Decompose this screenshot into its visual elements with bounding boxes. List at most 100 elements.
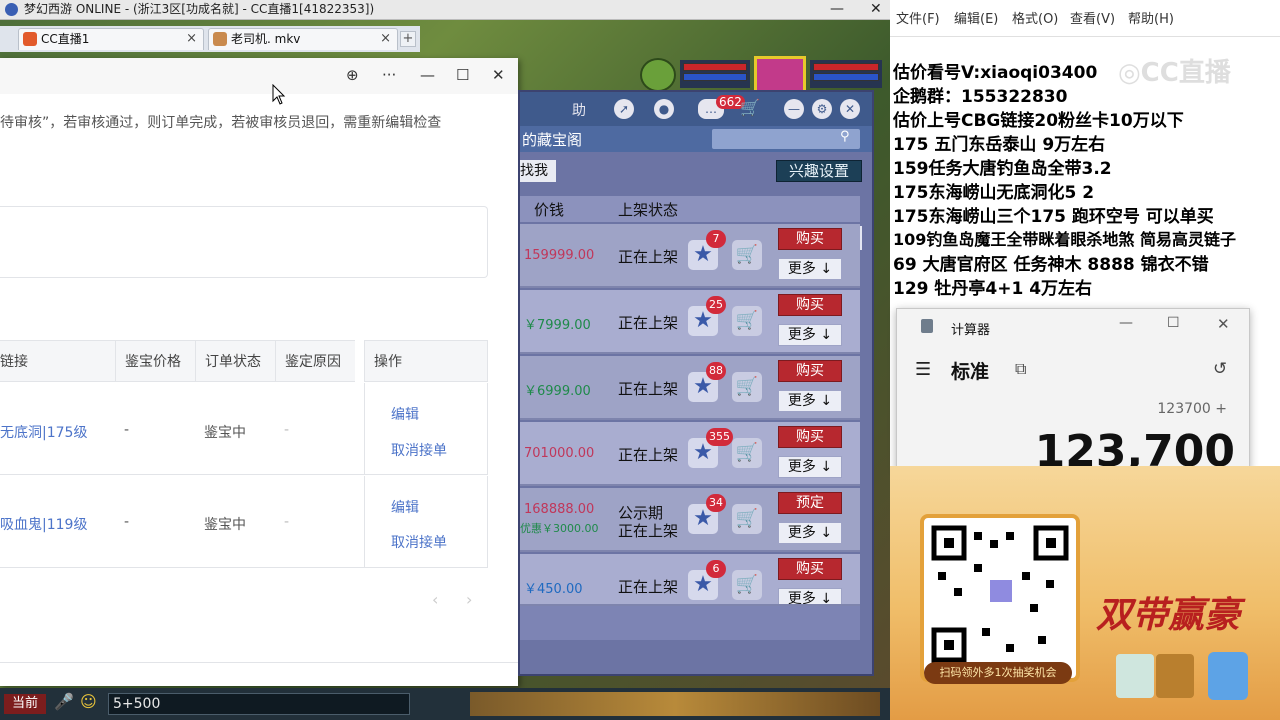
emoji-icon[interactable]: ☺ [80, 692, 97, 711]
player-status-bars [810, 60, 882, 88]
tab-treasure-pavilion[interactable]: 的藏宝阁 [522, 129, 582, 150]
remark-box[interactable] [0, 206, 488, 278]
share-icon[interactable]: ➚ [614, 99, 634, 119]
game-shortcut-bar[interactable] [470, 692, 880, 716]
treasure-shop-panel: 助 ➚ ● … 662 🛒 — ⚙ ✕ 的藏宝阁 ⚲ 找我 兴趣设置 价钱 上架… [518, 90, 874, 676]
list-item[interactable]: ￥7999.00 正在上架 ★ 25 🛒 购买 更多 ↓ [520, 290, 860, 354]
menu-help[interactable]: 帮助(H) [1128, 8, 1174, 27]
minimize-icon[interactable]: — [420, 66, 435, 84]
channel-label[interactable]: 当前 [4, 694, 46, 714]
add-cart-icon[interactable]: 🛒 [732, 306, 762, 336]
item-price: ￥6999.00 [524, 384, 591, 399]
favorite-count-badge: 25 [706, 296, 726, 314]
search-icon[interactable]: ⚲ [840, 129, 850, 144]
keep-on-top-icon[interactable]: ⧉ [1015, 359, 1026, 379]
cancel-order-link[interactable]: 取消接单 [391, 532, 447, 552]
col-header-price: 鉴宝价格 [115, 340, 195, 382]
add-cart-icon[interactable]: 🛒 [732, 504, 762, 534]
list-item[interactable]: ￥450.00 正在上架 ★ 6 🛒 购买 更多 ↓ [520, 554, 860, 606]
order-link[interactable]: 无底洞|175级 [0, 422, 87, 442]
edit-link[interactable]: 编辑 [391, 404, 419, 424]
close-icon[interactable]: ✕ [1217, 315, 1230, 333]
list-item[interactable]: 168888.00 优惠￥3000.00 公示期 正在上架 ★ 34 🛒 预定 … [520, 488, 860, 552]
tab-label: CC直播1 [41, 32, 90, 46]
cart-icon[interactable]: 🛒 [740, 98, 760, 117]
more-options-icon[interactable]: ··· [382, 66, 396, 84]
edit-link[interactable]: 编辑 [391, 497, 419, 517]
menu-file[interactable]: 文件(F) [896, 8, 940, 27]
menu-format[interactable]: 格式(O) [1012, 8, 1058, 27]
note-line: 175东海崂山三个175 跑环空号 可以单买 [893, 207, 1214, 227]
shop-search-input[interactable]: ⚲ [712, 129, 860, 149]
list-item[interactable]: 701000.00 正在上架 ★ 355 🛒 购买 更多 ↓ [520, 422, 860, 486]
web-order-panel: ⊕ ··· — ☐ ✕ 待审核”，若审核通过，则订单完成，若被审核员退回，需重新… [0, 58, 518, 686]
action-cell [364, 476, 488, 568]
list-item[interactable]: ￥6999.00 正在上架 ★ 88 🛒 购买 更多 ↓ [520, 356, 860, 420]
mouse-cursor-icon [272, 84, 286, 105]
interest-settings-button[interactable]: 兴趣设置 [776, 160, 862, 182]
note-line: 69 大唐官府区 任务神木 8888 锦衣不错 [893, 255, 1209, 275]
close-icon[interactable]: ✕ [840, 99, 860, 119]
new-tab-button[interactable]: + [400, 31, 416, 47]
history-icon[interactable]: ↺ [1213, 359, 1227, 379]
help-label[interactable]: 助 [572, 100, 586, 120]
add-cart-icon[interactable]: 🛒 [732, 372, 762, 402]
tab-cc-live[interactable]: CC直播1 × [18, 28, 204, 50]
add-cart-icon[interactable]: 🛒 [732, 570, 762, 600]
pet-avatar[interactable] [640, 58, 676, 92]
reserve-button[interactable]: 预定 [778, 492, 842, 514]
item-price: 168888.00 [524, 502, 595, 517]
tab-bar: CC直播1 × 老司机. mkv × + [0, 26, 420, 52]
col-listing-status: 上架状态 [618, 201, 679, 219]
more-button[interactable]: 更多 ↓ [778, 390, 842, 412]
minimize-icon[interactable]: — [1119, 315, 1133, 331]
buy-button[interactable]: 购买 [778, 426, 842, 448]
settings-icon[interactable]: ⚙ [812, 99, 832, 119]
col-header-status: 订单状态 [195, 340, 275, 382]
note-line: 109钓鱼岛魔王全带眯着眼杀地煞 简易高灵链子 [893, 230, 1236, 249]
calculator-title: 计算器 [951, 323, 991, 338]
more-button[interactable]: 更多 ↓ [778, 258, 842, 280]
cancel-order-link[interactable]: 取消接单 [391, 440, 447, 460]
add-cart-icon[interactable]: 🛒 [732, 438, 762, 468]
filter-tab[interactable]: 找我 [520, 160, 556, 182]
favorite-count-badge: 88 [706, 362, 726, 380]
tab-close-icon[interactable]: × [380, 29, 391, 49]
item-status: 正在上架 [618, 380, 679, 398]
next-page-icon[interactable]: › [466, 590, 472, 609]
tab-close-icon[interactable]: × [186, 29, 197, 49]
add-cart-icon[interactable]: 🛒 [732, 240, 762, 270]
minimize-icon[interactable]: — [784, 99, 804, 119]
buy-button[interactable]: 购买 [778, 558, 842, 580]
more-button[interactable]: 更多 ↓ [778, 324, 842, 346]
promo-banner: 扫码领外多1次抽奖机会 双带赢豪 [890, 466, 1280, 720]
col-header-link: 链接 [0, 340, 115, 382]
more-button[interactable]: 更多 ↓ [778, 456, 842, 478]
reward-item [1116, 654, 1154, 698]
chat-input[interactable]: 5+500 [108, 693, 410, 715]
record-icon[interactable]: ● [654, 99, 674, 119]
maximize-icon[interactable]: ☐ [1167, 315, 1180, 331]
item-status: 正在上架 [618, 248, 679, 266]
tab-video[interactable]: 老司机. mkv × [208, 28, 398, 50]
list-item[interactable]: 159999.00 正在上架 ★ 7 🛒 购买 更多 ↓ [520, 224, 860, 288]
game-logo-icon [5, 3, 18, 16]
menu-view[interactable]: 查看(V) [1070, 8, 1115, 27]
close-icon[interactable]: ✕ [492, 66, 505, 84]
globe-icon[interactable]: ⊕ [346, 66, 359, 84]
maximize-icon[interactable]: ☐ [456, 66, 469, 84]
close-icon[interactable]: ✕ [870, 0, 882, 19]
prev-page-icon[interactable]: ‹ [432, 590, 438, 609]
more-button[interactable]: 更多 ↓ [778, 522, 842, 544]
menu-edit[interactable]: 编辑(E) [954, 8, 998, 27]
more-button[interactable]: 更多 ↓ [778, 588, 842, 604]
player-avatar[interactable] [754, 56, 806, 94]
buy-button[interactable]: 购买 [778, 360, 842, 382]
hamburger-menu-icon[interactable]: ☰ [915, 359, 931, 380]
status-cell: 鉴宝中 [204, 517, 246, 533]
order-link[interactable]: 吸血鬼|119级 [0, 514, 87, 534]
buy-button[interactable]: 购买 [778, 228, 842, 250]
minimize-icon[interactable]: — [830, 0, 844, 19]
buy-button[interactable]: 购买 [778, 294, 842, 316]
voice-icon[interactable]: 🎤 [54, 692, 74, 711]
